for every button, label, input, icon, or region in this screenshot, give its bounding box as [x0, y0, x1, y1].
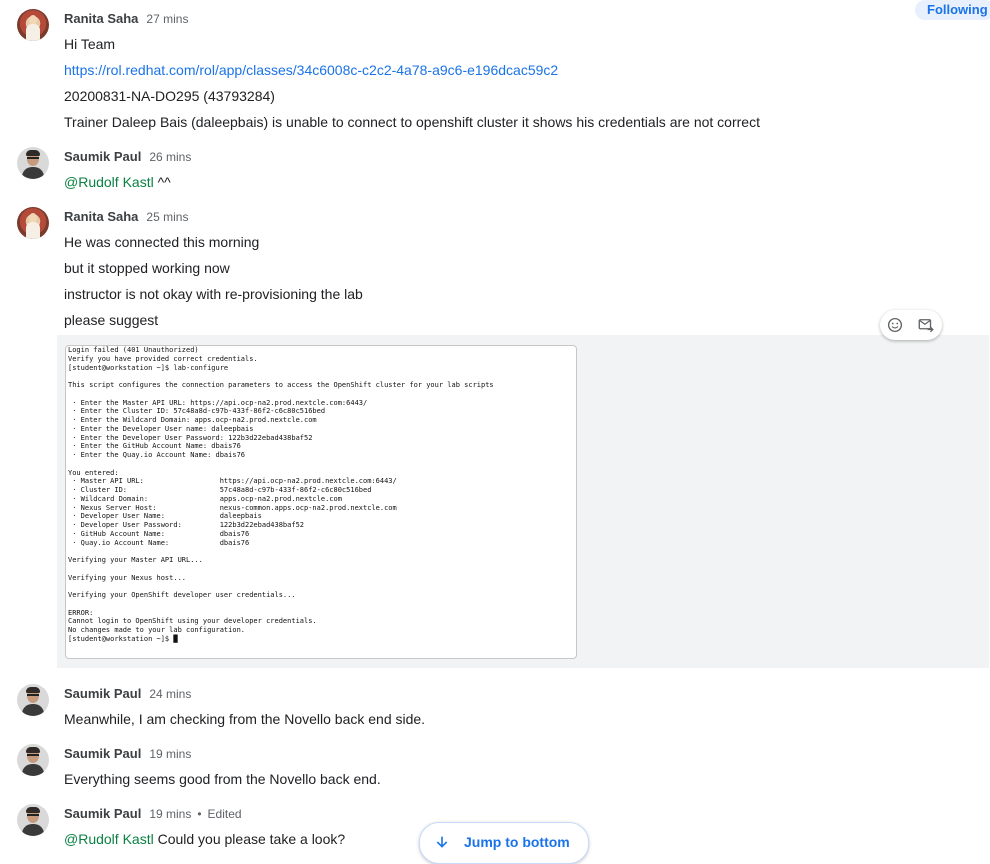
- message-header: Saumik Paul 26 mins: [64, 149, 191, 164]
- add-reaction-icon[interactable]: [886, 316, 904, 334]
- message-text: Hi Team: [64, 36, 116, 52]
- author-name[interactable]: Saumik Paul: [64, 686, 141, 701]
- following-button[interactable]: Following: [915, 0, 990, 20]
- mention-chip[interactable]: @Rudolf Kastl: [64, 174, 154, 190]
- avatar[interactable]: [17, 804, 49, 836]
- mention-chip[interactable]: @Rudolf Kastl: [64, 831, 154, 847]
- message-actions: [880, 310, 942, 340]
- author-name[interactable]: Saumik Paul: [64, 746, 141, 761]
- avatar[interactable]: [17, 744, 49, 776]
- message-text-tail: Could you please take a look?: [153, 831, 346, 847]
- jump-to-bottom-button[interactable]: Jump to bottom: [419, 822, 589, 864]
- terminal-screenshot-attachment[interactable]: Login failed (401 Unauthorized) Verify y…: [65, 345, 577, 659]
- separator-dot: •: [197, 807, 202, 821]
- message-text: @Rudolf Kastl ^^: [64, 174, 171, 190]
- message-header: Ranita Saha 27 mins: [64, 11, 188, 26]
- message-text: but it stopped working now: [64, 260, 230, 276]
- avatar[interactable]: [17, 147, 49, 179]
- avatar[interactable]: [17, 9, 49, 41]
- message-text: Everything seems good from the Novello b…: [64, 771, 381, 787]
- author-name[interactable]: Ranita Saha: [64, 11, 138, 26]
- message-header: Ranita Saha 25 mins: [64, 209, 188, 224]
- timestamp: 19 mins: [149, 807, 192, 821]
- timestamp: 26 mins: [149, 150, 192, 164]
- edited-label: Edited: [207, 807, 242, 821]
- message-header: Saumik Paul 24 mins: [64, 686, 191, 701]
- timestamp: 24 mins: [149, 687, 192, 701]
- timestamp: 25 mins: [146, 210, 189, 224]
- message-text: @Rudolf Kastl Could you please take a lo…: [64, 831, 345, 847]
- timestamp: 19 mins: [149, 747, 192, 761]
- timestamp: 27 mins: [146, 12, 189, 26]
- avatar[interactable]: [17, 684, 49, 716]
- message-header: Saumik Paul 19 mins: [64, 746, 191, 761]
- message-text: instructor is not okay with re-provision…: [64, 286, 363, 302]
- author-name[interactable]: Saumik Paul: [64, 806, 141, 821]
- author-name[interactable]: Saumik Paul: [64, 149, 141, 164]
- message-text: He was connected this morning: [64, 234, 260, 250]
- message-text-tail: ^^: [153, 174, 171, 190]
- message-link[interactable]: https://rol.redhat.com/rol/app/classes/3…: [64, 62, 558, 78]
- message-text: 20200831-NA-DO295 (43793284): [64, 88, 275, 104]
- jump-to-bottom-label: Jump to bottom: [464, 834, 570, 850]
- message-text: Meanwhile, I am checking from the Novell…: [64, 711, 426, 727]
- message-text: please suggest: [64, 312, 159, 328]
- message-header: Saumik Paul 19 mins • Edited: [64, 806, 242, 821]
- forward-to-inbox-icon[interactable]: [917, 316, 935, 334]
- avatar[interactable]: [17, 207, 49, 239]
- terminal-text: Login failed (401 Unauthorized) Verify y…: [68, 346, 494, 643]
- message-text: Trainer Daleep Bais (daleepbais) is unab…: [64, 114, 760, 130]
- arrow-down-icon: [436, 836, 448, 848]
- author-name[interactable]: Ranita Saha: [64, 209, 138, 224]
